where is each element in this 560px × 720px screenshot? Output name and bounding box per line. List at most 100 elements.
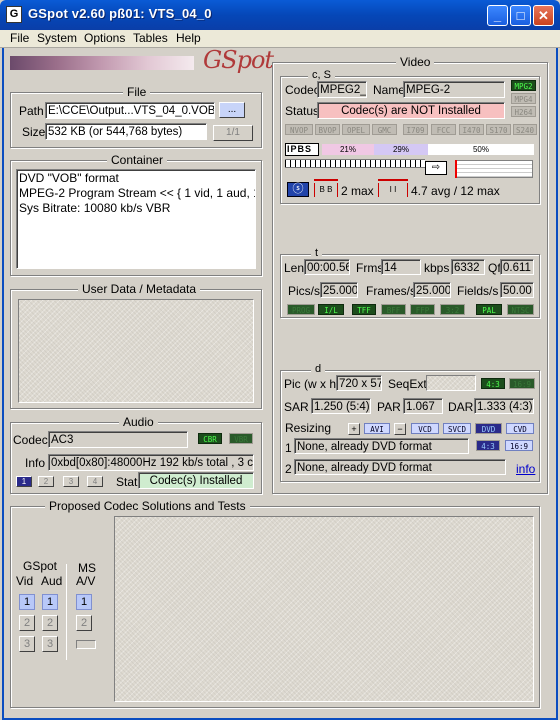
audio-codec-field: AC3 <box>48 431 188 448</box>
bb-bracket-icon <box>314 179 338 181</box>
resize-row-1-ar-16-9[interactable]: 16:9 <box>505 440 533 451</box>
menu-file[interactable]: File <box>10 31 29 45</box>
path-field[interactable]: E:\CCE\Output...VTS_04_0.VOB <box>45 102 215 119</box>
gspot-aud-1-button[interactable]: 1 <box>42 594 58 610</box>
t-group-title: t <box>311 247 323 259</box>
container-line-3: Sys Bitrate: 10080 kb/s VBR <box>19 201 171 215</box>
maximize-button[interactable]: □ <box>510 5 531 26</box>
resize-vcd[interactable]: VCD <box>411 423 439 434</box>
ar-4-3-badge: 4:3 <box>481 378 505 389</box>
frame-type-s: S <box>305 144 313 154</box>
ii-bracket-icon <box>378 179 408 181</box>
gop-pattern-bar <box>285 159 425 168</box>
cbr-indicator: CBR <box>198 433 222 444</box>
gspot-vid-3-button[interactable]: 3 <box>19 636 35 652</box>
ii-indicator: I I <box>378 183 408 197</box>
video-name-label: Name <box>373 83 406 97</box>
container-line-1: DVD "VOB" format <box>19 171 119 185</box>
badge-mpg4: MPG4 <box>511 93 536 104</box>
resize-row-2-number: 2 <box>285 462 292 476</box>
frames-field: 25.000 <box>413 282 451 298</box>
container-line-2: MPEG-2 Program Stream << { 1 vid, 1 aud,… <box>19 186 255 200</box>
userdata-box[interactable] <box>18 299 254 403</box>
video-codec-field: MPEG2_ <box>317 81 367 98</box>
dar-field: 1.333 (4:3) <box>474 398 534 414</box>
flag-bff: BFF <box>381 304 406 315</box>
seqext-label: SeqExt <box>388 377 427 391</box>
minimize-button[interactable]: _ <box>487 5 508 26</box>
audio-stream-4[interactable]: 4 <box>87 476 103 487</box>
resize-row-1-number: 1 <box>285 441 292 455</box>
flag-il: I/L <box>318 304 344 315</box>
menu-tables[interactable]: Tables <box>133 31 168 45</box>
close-button[interactable]: ✕ <box>533 5 554 26</box>
video-name-field: MPEG-2 <box>403 81 505 98</box>
menu-options[interactable]: Options <box>84 31 125 45</box>
flag-fcc: FCC <box>431 124 456 135</box>
app-icon[interactable]: G <box>6 6 22 23</box>
ms-av-2-button[interactable]: 2 <box>76 615 92 631</box>
proposed-solutions-box[interactable] <box>114 516 534 702</box>
gspot-aud-2-button[interactable]: 2 <box>42 615 58 631</box>
resize-minus-button[interactable]: − <box>394 423 406 435</box>
resize-row-2-field: None, already DVD format <box>294 459 506 475</box>
resizing-label: Resizing <box>285 421 332 435</box>
gop-i-stats: 4.7 avg / 12 max <box>411 184 500 198</box>
gspot-label: GSpot <box>23 559 58 573</box>
kbps-label: kbps <box>424 261 450 275</box>
resize-dvd[interactable]: DVD <box>475 423 502 434</box>
logo-gradient-bar <box>10 56 194 70</box>
resize-svcd[interactable]: SVCD <box>443 423 471 434</box>
audio-info-field: 0xbd[0x80]:48000Hz 192 kb/s total , 3 ch <box>48 454 254 471</box>
badge-h264: H264 <box>511 106 536 117</box>
audio-stat-label: Stat <box>116 475 138 489</box>
pics-field: 25.000 <box>320 282 358 298</box>
flag-pal: PAL <box>476 304 502 315</box>
ms-label: MS <box>78 561 96 575</box>
flag-s170: S170 <box>486 124 511 135</box>
ms-av-3-slot <box>76 640 96 649</box>
browse-button[interactable]: ... <box>219 102 245 118</box>
menu-help[interactable]: Help <box>176 31 201 45</box>
gspot-vid-2-button[interactable]: 2 <box>19 615 35 631</box>
flag-nvop: NVOP <box>285 124 313 135</box>
resize-avi[interactable]: AVI <box>364 423 390 434</box>
audio-stream-2[interactable]: 2 <box>38 476 54 487</box>
arrow-icon: ⇨ <box>425 161 447 175</box>
window-title: GSpot v2.60 pß01: VTS_04_0 <box>28 6 212 21</box>
audio-group-title: Audio <box>119 415 158 429</box>
audio-stream-3[interactable]: 3 <box>63 476 79 487</box>
par-field: 1.067 <box>403 398 443 414</box>
title-bar[interactable]: G GSpot v2.60 pß01: VTS_04_0 _ □ ✕ <box>0 0 560 30</box>
resize-row-1-field: None, already DVD format <box>294 438 469 454</box>
container-info-box[interactable]: DVD "VOB" format MPEG-2 Program Stream <… <box>16 169 256 269</box>
resize-cvd[interactable]: CVD <box>506 423 534 434</box>
frame-type-p: P <box>290 144 298 154</box>
ms-av-1-button[interactable]: 1 <box>76 594 92 610</box>
qf-label: Qf <box>488 261 501 275</box>
video-status-label: Status <box>285 104 320 118</box>
userdata-group-title: User Data / Metadata <box>78 282 201 296</box>
cs-group-title: c, S <box>308 69 335 81</box>
frames-label: Frames/s <box>366 284 417 298</box>
video-status-field: Codec(s) are NOT Installed <box>317 102 505 119</box>
vs-logo-icon: ⓢ <box>287 182 309 197</box>
sar-field: 1.250 (5:4) <box>311 398 371 414</box>
menu-system[interactable]: System <box>37 31 77 45</box>
container-group-title: Container <box>107 153 168 167</box>
flag-32: 3:2 <box>440 304 465 315</box>
resize-plus-button[interactable]: + <box>348 423 360 435</box>
flag-ntsc: NTSC <box>507 304 534 315</box>
gspot-vid-1-button[interactable]: 1 <box>19 594 35 610</box>
bitrate-graph <box>455 160 533 178</box>
resize-row-1-ar-4-3[interactable]: 4:3 <box>476 440 500 451</box>
frms-label: Frms <box>356 261 384 275</box>
fields-label: Fields/s <box>457 284 499 298</box>
audio-stream-1[interactable]: 1 <box>16 476 32 487</box>
av-label: A/V <box>76 574 96 588</box>
file-group-title: File <box>123 85 151 99</box>
info-link[interactable]: info <box>516 462 535 476</box>
file-counter[interactable]: 1/1 <box>213 125 253 141</box>
ar-16-9-badge: 16:9 <box>509 378 535 389</box>
gspot-aud-3-button[interactable]: 3 <box>42 636 58 652</box>
